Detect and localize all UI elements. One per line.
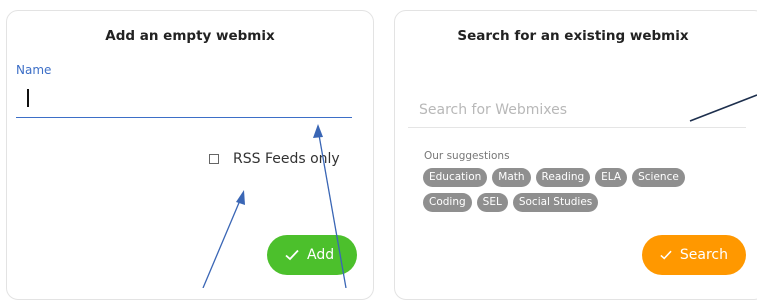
add-button-label: Add xyxy=(307,247,335,263)
suggestion-chip[interactable]: SEL xyxy=(476,193,508,212)
suggestion-chip[interactable]: Education xyxy=(423,168,488,187)
suggestion-chip[interactable]: Science xyxy=(632,168,685,187)
check-icon xyxy=(660,250,672,260)
rss-feeds-label[interactable]: RSS Feeds only xyxy=(233,151,340,167)
name-input[interactable] xyxy=(16,82,352,118)
add-webmix-title: Add an empty webmix xyxy=(105,28,275,44)
suggestion-chip[interactable]: ELA xyxy=(595,168,628,187)
rss-feeds-checkbox[interactable] xyxy=(209,154,219,164)
search-webmix-title: Search for an existing webmix xyxy=(457,28,689,44)
suggestion-chip[interactable]: Math xyxy=(492,168,531,187)
text-caret xyxy=(27,89,29,107)
search-input[interactable] xyxy=(408,92,746,128)
suggestion-chips: Education Math Reading ELA Science Codin… xyxy=(423,168,713,212)
suggestion-chip[interactable]: Social Studies xyxy=(512,193,599,212)
name-label: Name xyxy=(16,63,52,77)
suggestions-title: Our suggestions xyxy=(424,150,510,162)
search-button-label: Search xyxy=(679,247,728,263)
suggestion-chip[interactable]: Coding xyxy=(423,193,472,212)
search-button[interactable]: Search xyxy=(642,235,746,275)
check-icon xyxy=(285,249,299,261)
add-button[interactable]: Add xyxy=(267,235,357,275)
suggestion-chip[interactable]: Reading xyxy=(535,168,591,187)
